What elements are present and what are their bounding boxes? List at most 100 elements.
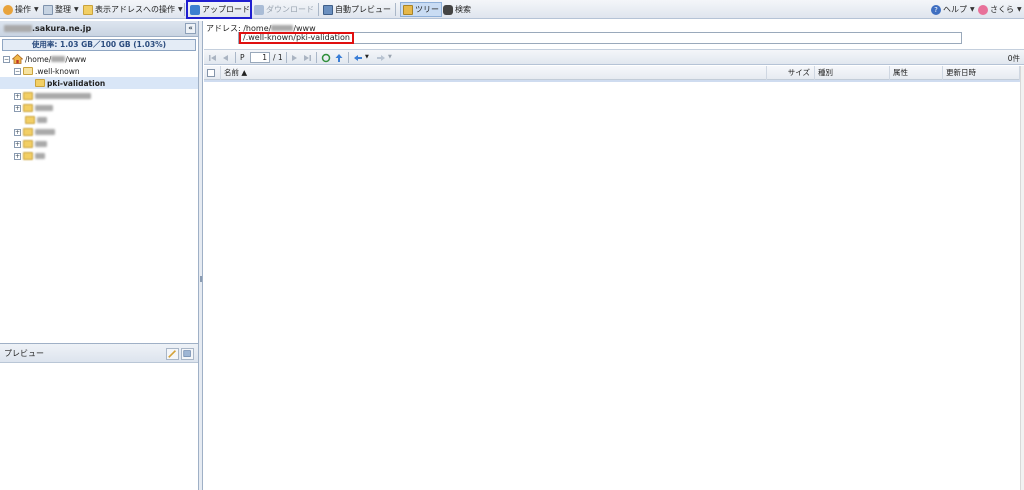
select-all-checkbox[interactable] [207, 69, 215, 77]
operations-icon [3, 4, 13, 15]
home-icon [12, 54, 23, 64]
file-grid-header: 名前 ▲ サイズ 種別 属性 更新日時 [204, 66, 1020, 80]
first-page-icon[interactable] [208, 53, 218, 63]
page-total: / 1 [273, 53, 283, 62]
last-page-icon[interactable] [302, 53, 312, 63]
prev-page-icon[interactable] [221, 53, 231, 63]
tree-item-redacted[interactable]: + [0, 90, 198, 102]
pager-separator [316, 52, 317, 63]
pencil-icon [168, 350, 177, 358]
auto-preview-button[interactable]: 自動プレビュー [323, 2, 391, 17]
toolbar-separator [395, 3, 396, 16]
column-attributes[interactable]: 属性 [890, 66, 943, 80]
parent-folder-icon[interactable] [334, 53, 344, 63]
tree-item-redacted[interactable]: + [0, 150, 198, 162]
chevron-down-icon: ▼ [1017, 6, 1022, 13]
operations-menu[interactable]: 操作 ▼ [3, 2, 39, 17]
toolbar-separator [184, 3, 185, 16]
expand-icon[interactable]: + [14, 128, 21, 136]
download-preview-button[interactable] [181, 348, 194, 360]
item-count: 0件 [1007, 54, 1020, 63]
expand-icon[interactable]: + [14, 92, 21, 100]
collapse-icon[interactable]: − [14, 67, 21, 75]
next-page-icon[interactable] [289, 53, 299, 63]
organize-icon [43, 4, 53, 15]
search-button[interactable]: 検索 [443, 2, 471, 17]
user-menu[interactable]: さくら ▼ [978, 2, 1022, 17]
expand-icon[interactable]: + [14, 104, 21, 112]
monitor-icon [323, 4, 333, 15]
redacted-text [35, 141, 47, 147]
tree-item-redacted[interactable] [0, 114, 198, 126]
address-input[interactable]: /.well-known/pki-validation [238, 32, 962, 44]
help-menu[interactable]: ? ヘルプ ▼ [931, 2, 975, 17]
right-panel: アドレス: /home//www /.well-known/pki-valida… [204, 21, 1024, 490]
chevron-down-icon[interactable]: ▼ [388, 54, 392, 60]
organize-menu[interactable]: 整理 ▼ [43, 2, 79, 17]
preview-area [0, 363, 198, 490]
page-number-input[interactable]: 1 [250, 52, 270, 63]
column-name[interactable]: 名前 ▲ [221, 66, 767, 80]
left-panel: .sakura.ne.jp « 使用率: 1.03 GB／100 GB (1.0… [0, 21, 199, 490]
folder-icon [25, 116, 35, 124]
expand-icon[interactable]: + [14, 140, 21, 148]
chevron-down-icon: ▼ [34, 6, 39, 13]
vertical-scrollbar[interactable] [1020, 66, 1024, 490]
collapse-panel-button[interactable]: « [185, 23, 196, 34]
download-button[interactable]: ダウンロード [254, 2, 314, 17]
redacted-text [4, 25, 32, 32]
chevron-down-icon: ▼ [970, 6, 975, 13]
tree-item-redacted[interactable]: + [0, 126, 198, 138]
redacted-text [35, 129, 55, 135]
folder-icon [23, 152, 33, 160]
main-toolbar: 操作 ▼ 整理 ▼ 表示アドレスへの操作 ▼ アップロード ダウンロード 自動プ… [0, 0, 1024, 19]
folder-icon [23, 128, 33, 136]
tree-item-pki-validation[interactable]: pki-validation [0, 77, 198, 89]
pager-separator [235, 52, 236, 63]
select-all-column [204, 66, 221, 80]
redacted-text [35, 153, 45, 159]
column-modified[interactable]: 更新日時 [943, 66, 1020, 80]
address-ops-menu[interactable]: 表示アドレスへの操作 ▼ [83, 2, 183, 17]
help-icon: ? [931, 4, 941, 15]
column-size[interactable]: サイズ [767, 66, 815, 80]
folder-icon [23, 140, 33, 148]
redacted-text [35, 105, 53, 111]
usage-bar: 使用率: 1.03 GB／100 GB (1.03%) [2, 39, 196, 51]
refresh-icon[interactable] [321, 53, 331, 63]
redacted-text [271, 25, 294, 31]
forward-icon[interactable] [376, 53, 386, 63]
splitter-handle-icon[interactable] [200, 276, 202, 282]
domain-header: .sakura.ne.jp « [0, 21, 198, 37]
folder-ops-icon [83, 4, 93, 15]
pagination-toolbar: P 1 / 1 ▼ ▼ 0件 [204, 49, 1024, 65]
folder-open-icon [35, 79, 45, 87]
folder-icon [23, 104, 33, 112]
tree-item-redacted[interactable]: + [0, 138, 198, 150]
tree-toggle-button[interactable]: ツリー [400, 2, 442, 17]
redacted-text [37, 117, 47, 123]
edit-button[interactable] [166, 348, 179, 360]
tree-item-redacted[interactable]: + [0, 102, 198, 114]
panel-splitter[interactable] [199, 21, 203, 490]
chevron-down-icon: ▼ [74, 6, 79, 13]
upload-button[interactable]: アップロード [186, 0, 252, 19]
column-type[interactable]: 種別 [815, 66, 890, 80]
folder-icon [23, 92, 33, 100]
chevron-down-icon[interactable]: ▼ [365, 54, 369, 60]
pager-separator [286, 52, 287, 63]
tree-item-root[interactable]: − /home/ /www [0, 53, 198, 65]
back-icon[interactable] [353, 53, 363, 63]
file-grid-body[interactable] [204, 82, 1020, 490]
redacted-text [51, 56, 66, 62]
sakura-logo-icon [978, 4, 988, 15]
folder-icon [23, 67, 33, 75]
expand-icon[interactable]: + [14, 152, 21, 160]
page-label: P [240, 53, 245, 62]
folder-tree: − /home/ /www − .well-known pki-validati… [0, 53, 198, 341]
collapse-icon[interactable]: − [3, 55, 10, 63]
tree-icon [403, 4, 413, 15]
tree-item-well-known[interactable]: − .well-known [0, 65, 198, 77]
preview-header: プレビュー [0, 343, 198, 363]
pager-separator [348, 52, 349, 63]
